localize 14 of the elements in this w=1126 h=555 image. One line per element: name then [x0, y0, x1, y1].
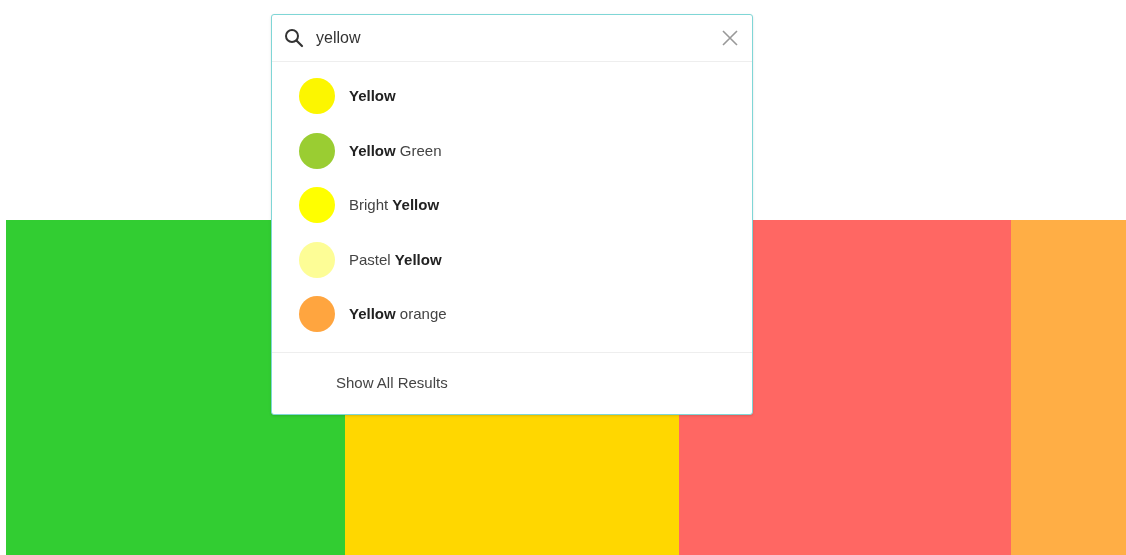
show-all-results-link[interactable]: Show All Results — [336, 372, 448, 395]
color-result-item[interactable]: Yellow orange — [272, 287, 752, 342]
color-result-item[interactable]: Yellow Green — [272, 123, 752, 178]
color-result-item[interactable]: Bright Yellow — [272, 178, 752, 233]
search-icon — [284, 28, 304, 48]
close-icon[interactable] — [722, 30, 738, 46]
color-name: Pastel Yellow — [349, 249, 442, 270]
color-name: Yellow Green — [349, 140, 442, 161]
color-name: Bright Yellow — [349, 195, 440, 215]
color-name: Yellow — [349, 86, 396, 106]
color-result-item[interactable]: Yellow — [272, 69, 752, 124]
color-result-item[interactable]: Pastel Yellow — [272, 232, 752, 287]
color-name: Yellow orange — [349, 304, 447, 324]
search-field[interactable]: yellow — [316, 26, 722, 50]
